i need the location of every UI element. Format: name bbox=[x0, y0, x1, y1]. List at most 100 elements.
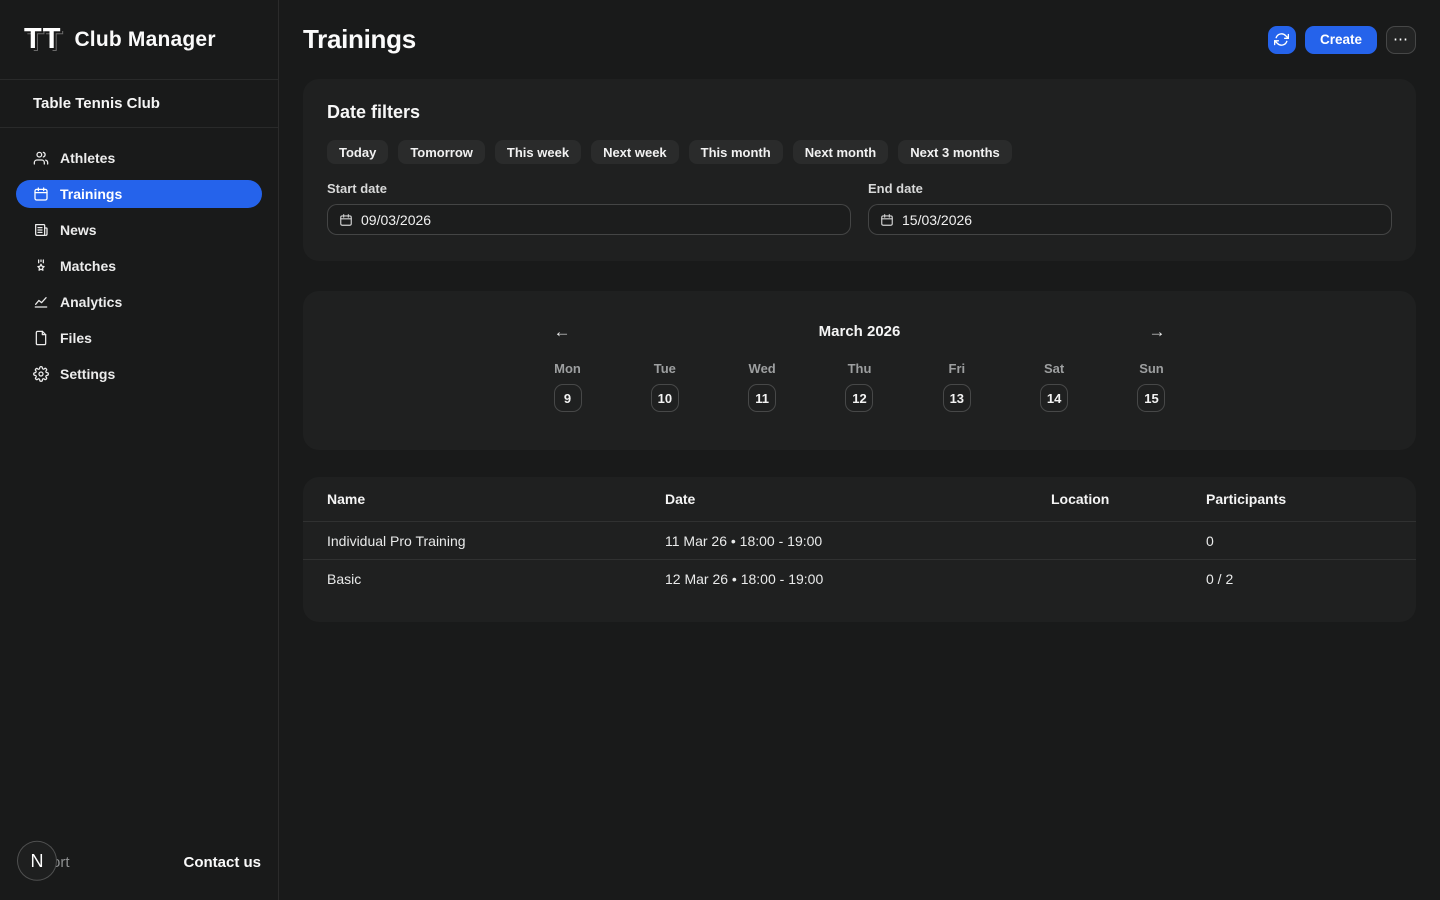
prev-week-arrow-icon[interactable]: ← bbox=[552, 321, 573, 342]
file-icon bbox=[33, 330, 49, 346]
column-header-date: Date bbox=[665, 491, 1051, 507]
cell-date: 12 Mar 26 • 18:00 - 19:00 bbox=[665, 571, 1051, 587]
sidebar-item-settings[interactable]: Settings bbox=[16, 360, 262, 388]
calendar-day-tue: Tue 10 bbox=[633, 361, 697, 412]
club-selector[interactable]: Table Tennis Club bbox=[0, 80, 278, 128]
table-body: Individual Pro Training11 Mar 26 • 18:00… bbox=[303, 521, 1416, 597]
day-name: Thu bbox=[848, 361, 872, 376]
sidebar-item-label: News bbox=[60, 223, 97, 237]
filter-chip-today[interactable]: Today bbox=[327, 140, 388, 164]
more-options-button[interactable]: ⋯ bbox=[1386, 26, 1416, 54]
calendar-header: ← March 2026 → bbox=[552, 321, 1168, 342]
date-filters-title: Date filters bbox=[327, 102, 1392, 123]
column-header-name: Name bbox=[327, 491, 665, 507]
filter-chip-next-3-months[interactable]: Next 3 months bbox=[898, 140, 1012, 164]
cell-name: Individual Pro Training bbox=[327, 533, 665, 549]
day-name: Sat bbox=[1044, 361, 1064, 376]
sidebar-item-label: Trainings bbox=[60, 187, 122, 201]
column-header-participants: Participants bbox=[1206, 491, 1392, 507]
date-filter-chips: Today Tomorrow This week Next week This mont… bbox=[327, 140, 1392, 164]
header-actions: Create ⋯ bbox=[1268, 26, 1416, 54]
filter-chip-this-week[interactable]: This week bbox=[495, 140, 581, 164]
calendar-icon bbox=[33, 186, 49, 202]
avatar[interactable]: N bbox=[17, 841, 57, 881]
next-week-arrow-icon[interactable]: → bbox=[1147, 321, 1168, 342]
day-name: Tue bbox=[654, 361, 676, 376]
day-name: Fri bbox=[949, 361, 966, 376]
trainings-table-card: NameDateLocationParticipants Individual … bbox=[303, 477, 1416, 622]
sidebar-item-analytics[interactable]: Analytics bbox=[16, 288, 262, 316]
contact-us-link[interactable]: Contact us bbox=[183, 854, 261, 871]
day-name: Mon bbox=[554, 361, 581, 376]
calendar-day-fri: Fri 13 bbox=[925, 361, 989, 412]
calendar-icon bbox=[339, 213, 353, 227]
table-row[interactable]: Basic12 Mar 26 • 18:00 - 19:00 0 / 2 bbox=[303, 559, 1416, 597]
news-icon bbox=[33, 222, 49, 238]
cell-date: 11 Mar 26 • 18:00 - 19:00 bbox=[665, 533, 1051, 549]
sidebar-footer: N Support Contact us bbox=[0, 824, 278, 900]
filter-chip-tomorrow[interactable]: Tomorrow bbox=[398, 140, 485, 164]
sidebar-item-label: Files bbox=[60, 331, 92, 345]
column-header-location: Location bbox=[1051, 491, 1206, 507]
date-range-fields: Start date 09/03/2026 End date 15 bbox=[327, 181, 1392, 235]
sidebar-item-label: Athletes bbox=[60, 151, 115, 165]
sidebar-nav: Athletes Trainings News Matches Analytics Fil… bbox=[0, 128, 278, 404]
calendar-days: Mon 9 Tue 10 Wed 11 Thu 12 Fri 13 Sat 14 Sun15 bbox=[536, 361, 1184, 412]
table-header-row: NameDateLocationParticipants bbox=[303, 477, 1416, 521]
day-number[interactable]: 9 bbox=[554, 384, 582, 412]
page-title: Trainings bbox=[303, 24, 416, 55]
club-name: Table Tennis Club bbox=[33, 95, 160, 112]
page-header: Trainings Create ⋯ bbox=[303, 0, 1416, 79]
filter-chip-this-month[interactable]: This month bbox=[689, 140, 783, 164]
sidebar-item-news[interactable]: News bbox=[16, 216, 262, 244]
sidebar-item-label: Matches bbox=[60, 259, 116, 273]
main-content: Trainings Create ⋯ Date filters Today Tom… bbox=[279, 0, 1440, 900]
end-date-input[interactable]: 15/03/2026 bbox=[868, 204, 1392, 235]
start-date-label: Start date bbox=[327, 181, 851, 196]
calendar-card: ← March 2026 → Mon 9 Tue 10 Wed 11 Thu 12 Fri 13 S… bbox=[303, 291, 1416, 450]
end-date-value: 15/03/2026 bbox=[902, 212, 972, 228]
day-number[interactable]: 14 bbox=[1040, 384, 1068, 412]
chart-icon bbox=[33, 294, 49, 310]
filter-chip-next-month[interactable]: Next month bbox=[793, 140, 889, 164]
gear-icon bbox=[33, 366, 49, 382]
calendar-day-thu: Thu 12 bbox=[827, 361, 891, 412]
sidebar-item-label: Settings bbox=[60, 367, 115, 381]
calendar-day-sun: Sun15 bbox=[1119, 361, 1183, 412]
filter-chip-next-week[interactable]: Next week bbox=[591, 140, 679, 164]
create-button[interactable]: Create bbox=[1305, 26, 1377, 54]
app-root: TT Club Manager Table Tennis Club Athlet… bbox=[0, 0, 1440, 900]
calendar-day-sat: Sat 14 bbox=[1022, 361, 1086, 412]
end-date-label: End date bbox=[868, 181, 1392, 196]
start-date-input[interactable]: 09/03/2026 bbox=[327, 204, 851, 235]
ellipsis-icon: ⋯ bbox=[1393, 32, 1409, 47]
day-number[interactable]: 15 bbox=[1137, 384, 1165, 412]
sidebar-item-trainings[interactable]: Trainings bbox=[16, 180, 262, 208]
app-logo: TT Club Manager bbox=[0, 0, 278, 80]
date-filters-card: Date filters Today Tomorrow This week Next … bbox=[303, 79, 1416, 261]
sidebar-item-files[interactable]: Files bbox=[16, 324, 262, 352]
start-date-value: 09/03/2026 bbox=[361, 212, 431, 228]
end-date-field: End date 15/03/2026 bbox=[868, 181, 1392, 235]
calendar-icon bbox=[880, 213, 894, 227]
sidebar-item-matches[interactable]: Matches bbox=[16, 252, 262, 280]
cell-participants: 0 bbox=[1206, 533, 1392, 549]
day-number[interactable]: 12 bbox=[845, 384, 873, 412]
table-row[interactable]: Individual Pro Training11 Mar 26 • 18:00… bbox=[303, 521, 1416, 559]
users-icon bbox=[33, 150, 49, 166]
refresh-button[interactable] bbox=[1268, 26, 1296, 54]
day-name: Wed bbox=[749, 361, 776, 376]
day-number[interactable]: 13 bbox=[943, 384, 971, 412]
sidebar-item-athletes[interactable]: Athletes bbox=[16, 144, 262, 172]
calendar-day-mon: Mon 9 bbox=[536, 361, 600, 412]
refresh-icon bbox=[1274, 32, 1289, 47]
day-number[interactable]: 10 bbox=[651, 384, 679, 412]
day-number[interactable]: 11 bbox=[748, 384, 776, 412]
calendar-month-label: March 2026 bbox=[819, 323, 901, 340]
sidebar: TT Club Manager Table Tennis Club Athlet… bbox=[0, 0, 279, 900]
cell-participants: 0 / 2 bbox=[1206, 571, 1392, 587]
calendar-day-wed: Wed 11 bbox=[730, 361, 794, 412]
sidebar-item-label: Analytics bbox=[60, 295, 122, 309]
tt-logo-icon: TT bbox=[24, 25, 61, 54]
cell-name: Basic bbox=[327, 571, 665, 587]
